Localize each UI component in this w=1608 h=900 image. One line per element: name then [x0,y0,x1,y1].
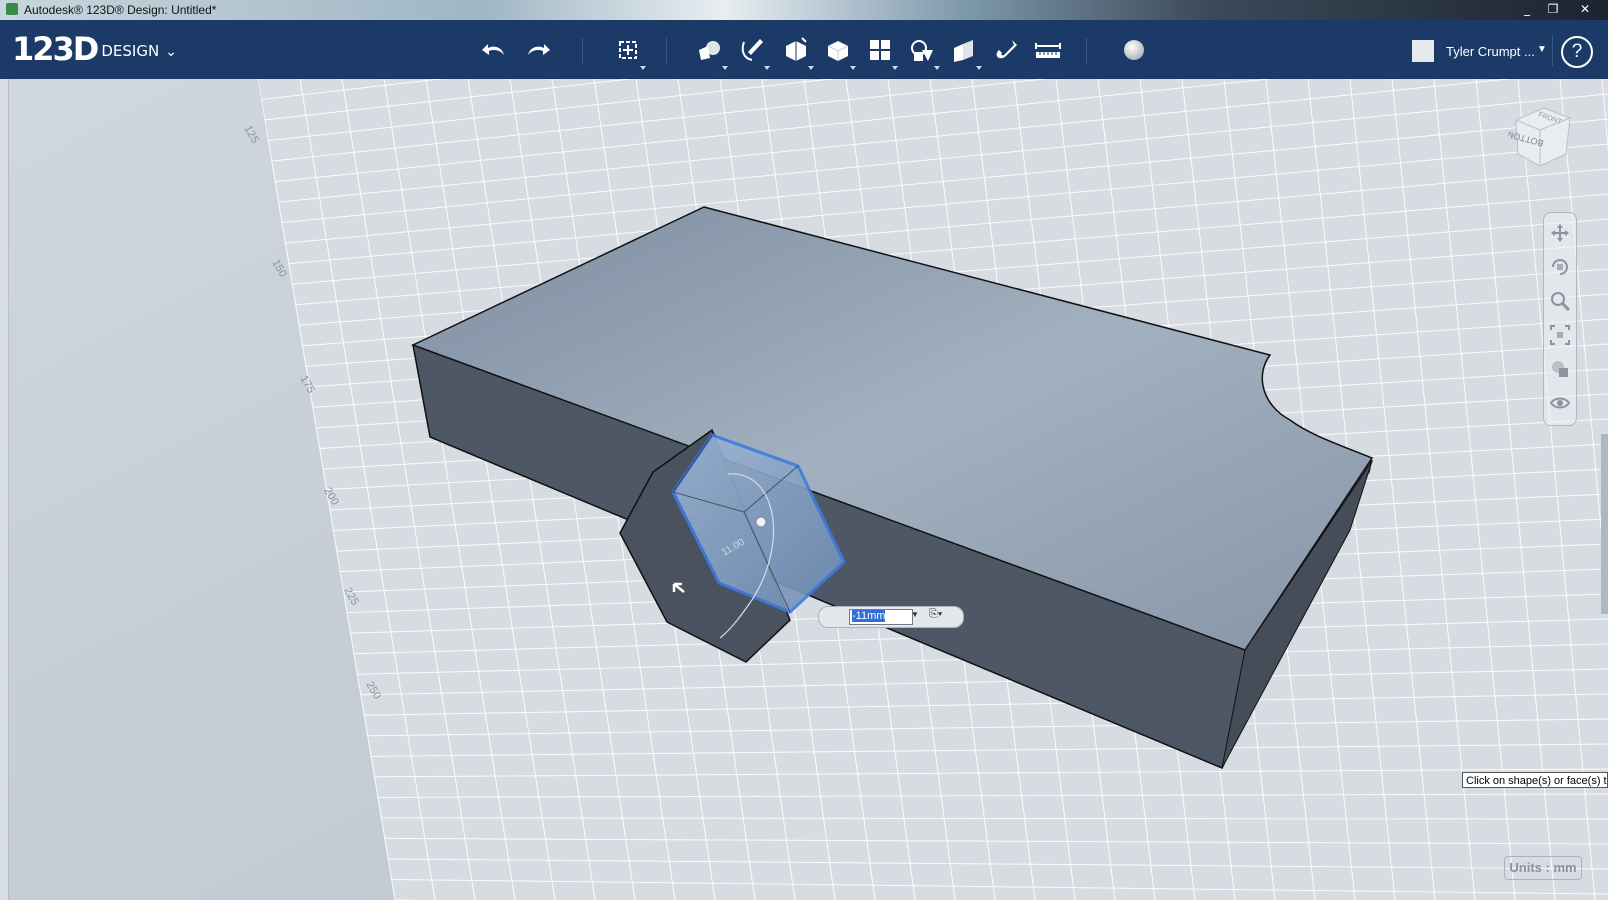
ruler-icon [1035,43,1061,58]
modify-button[interactable] [822,34,856,70]
sketch-button[interactable] [736,34,770,70]
dimension-input-widget: -11mm ▼ ⎘▾ [818,606,964,628]
construct-button[interactable] [780,34,814,70]
toolbar-separator [1086,38,1087,64]
app-menu-button[interactable]: 123D DESIGN ⌄ [12,30,177,68]
toolbar-separator [1552,36,1553,66]
view-cube[interactable]: FRONT BOTTOM [1508,98,1580,170]
window-title-bar: Autodesk® 123D® Design: Untitled* _ ❐ ✕ [0,0,1608,20]
pattern-button[interactable] [864,34,898,70]
fit-icon [1550,325,1570,345]
transform-button[interactable] [612,34,646,70]
logo-main: 123D [12,30,99,68]
combine-button[interactable] [948,34,982,70]
grouping-button[interactable] [906,34,940,70]
pattern-icon [870,40,890,60]
sketch-icon [741,39,763,61]
app-icon [6,3,18,15]
shading-icon [1552,361,1568,377]
minimize-button[interactable]: _ [1514,1,1540,17]
user-dropdown-icon[interactable]: ▼ [1537,44,1547,55]
restore-button[interactable]: ❐ [1540,1,1566,17]
toolbar-separator [582,38,583,64]
eye-icon [1549,397,1571,409]
magnifier-icon [1551,292,1571,312]
right-panel-tab[interactable] [1601,434,1608,614]
undo-icon [482,44,504,55]
modify-icon [827,41,849,61]
orbit-icon [1552,259,1568,275]
transform-icon [619,41,637,59]
primitives-icon [699,41,720,60]
zoom-button[interactable] [1548,289,1572,313]
window-title: Autodesk® 123D® Design: Untitled* [24,3,217,17]
units-indicator[interactable]: Units : mm [1504,856,1582,880]
orbit-button[interactable] [1548,255,1572,279]
close-button[interactable]: ✕ [1572,1,1598,17]
grouping-icon [911,40,933,61]
pan-icon [1551,224,1569,242]
material-sphere-icon [1124,40,1144,60]
dimension-dropdown-icon[interactable]: ▼ [911,610,919,619]
visual-style-button[interactable] [1548,357,1572,381]
combine-icon [954,40,973,62]
undo-button[interactable] [478,34,510,66]
magnet-icon [996,40,1017,59]
chevron-down-icon: ⌄ [165,44,177,60]
toolbar-separator [666,38,667,64]
material-button[interactable] [1118,34,1150,66]
dimension-value: -11mm [852,610,886,622]
primitives-button[interactable] [694,34,728,70]
3d-viewport[interactable]: 125 150 175 200 225 250 11.00 [0,79,1608,900]
pan-button[interactable] [1548,221,1572,245]
dimension-options-button[interactable]: ⎘▾ [929,608,957,624]
redo-icon [528,44,550,55]
logo-sub: DESIGN [101,42,160,60]
main-toolbar: 123D DESIGN ⌄ [0,20,1608,79]
left-panel-edge [0,79,9,900]
fit-button[interactable] [1548,323,1572,347]
help-button[interactable]: ? [1561,36,1593,68]
rotation-handle[interactable] [755,516,767,528]
tooltip: Click on shape(s) or face(s) to [1462,772,1608,788]
snap-button[interactable] [990,34,1022,66]
redo-button[interactable] [522,34,554,66]
navigation-bar [1543,212,1577,426]
user-avatar[interactable] [1412,40,1434,62]
dimension-input[interactable]: -11mm [849,609,913,625]
construct-icon [786,37,807,61]
user-name[interactable]: Tyler Crumpt ... [1446,44,1535,59]
visibility-button[interactable] [1548,391,1572,415]
measure-button[interactable] [1032,34,1064,66]
